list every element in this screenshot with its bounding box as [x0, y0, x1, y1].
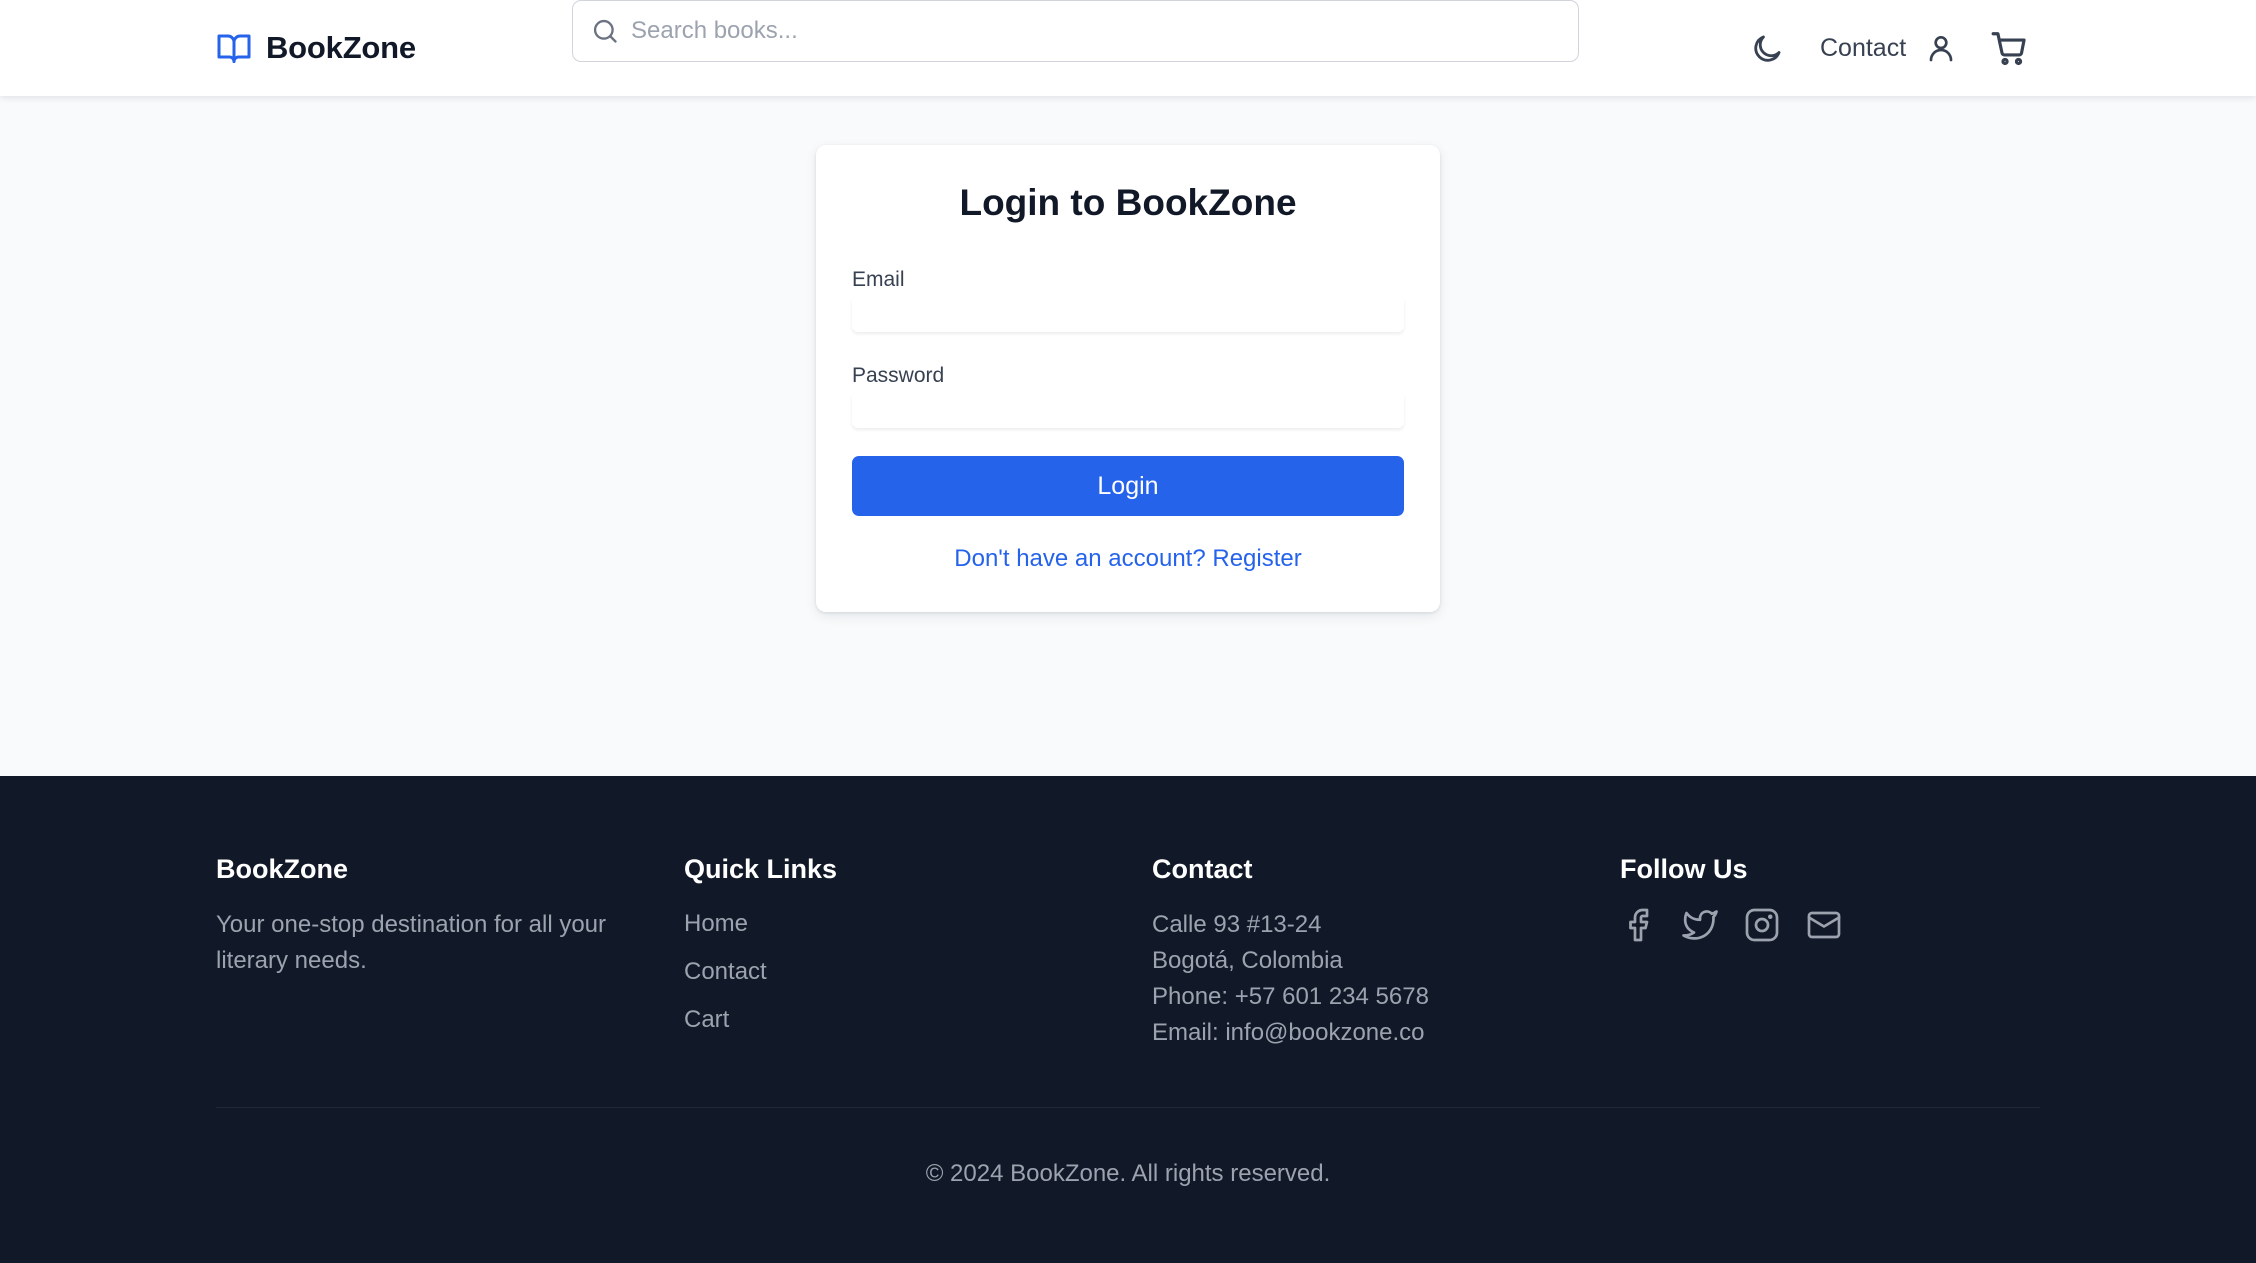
search-input[interactable]	[631, 1, 1561, 61]
brand-name: BookZone	[266, 30, 416, 65]
site-header: BookZone Contact	[0, 0, 2256, 96]
copyright-text: © 2024 BookZone. All rights reserved.	[925, 1160, 1331, 1187]
footer-phone: Phone: +57 601 234 5678	[1152, 983, 1429, 1010]
email-label: Email	[852, 268, 905, 291]
footer-link-cart[interactable]: Cart	[684, 1003, 1104, 1037]
twitter-icon[interactable]	[1682, 907, 1718, 943]
footer-follow-heading: Follow Us	[1620, 854, 1748, 884]
password-field[interactable]	[852, 392, 1404, 428]
login-button[interactable]: Login	[852, 456, 1404, 516]
footer-divider	[216, 1107, 2040, 1108]
footer-quick-links-heading: Quick Links	[684, 854, 838, 884]
login-card: Login to BookZone Email Password Login D…	[816, 145, 1440, 612]
footer-contact-heading: Contact	[1152, 854, 1253, 884]
register-link[interactable]: Don't have an account? Register	[816, 545, 1440, 573]
footer-address-city: Bogotá, Colombia	[1152, 947, 1343, 974]
mail-icon[interactable]	[1806, 907, 1842, 943]
site-footer: BookZone Your one-stop destination for a…	[0, 776, 2256, 1263]
footer-address-street: Calle 93 #13-24	[1152, 911, 1322, 938]
footer-brand-heading: BookZone	[216, 854, 348, 884]
moon-icon[interactable]	[1750, 32, 1784, 66]
footer-follow-column: Follow Us	[1620, 854, 2040, 943]
nav-contact-link[interactable]: Contact	[1820, 34, 1906, 63]
footer-link-home[interactable]: Home	[684, 907, 1104, 941]
user-icon[interactable]	[1925, 32, 1957, 64]
footer-brand-column: BookZone Your one-stop destination for a…	[216, 854, 636, 979]
password-label: Password	[852, 364, 945, 387]
search-icon	[591, 17, 619, 45]
facebook-icon[interactable]	[1620, 907, 1656, 943]
footer-email: Email: info@bookzone.co	[1152, 1019, 1425, 1046]
footer-link-contact[interactable]: Contact	[684, 955, 1104, 989]
search-box	[572, 0, 1579, 62]
brand-home-link[interactable]: BookZone	[216, 28, 416, 68]
social-links	[1620, 907, 2040, 943]
footer-contact-column: Contact Calle 93 #13-24 Bogotá, Colombia…	[1152, 854, 1572, 1051]
email-field[interactable]	[852, 296, 1404, 332]
footer-quick-links-column: Quick Links Home Contact Cart	[684, 854, 1104, 1051]
footer-tagline: Your one-stop destination for all your l…	[216, 911, 607, 974]
login-title: Login to BookZone	[959, 182, 1297, 223]
shopping-cart-icon[interactable]	[1990, 29, 2028, 67]
footer-quick-links: Home Contact Cart	[684, 907, 1104, 1037]
instagram-icon[interactable]	[1744, 907, 1780, 943]
book-open-icon	[216, 30, 252, 66]
